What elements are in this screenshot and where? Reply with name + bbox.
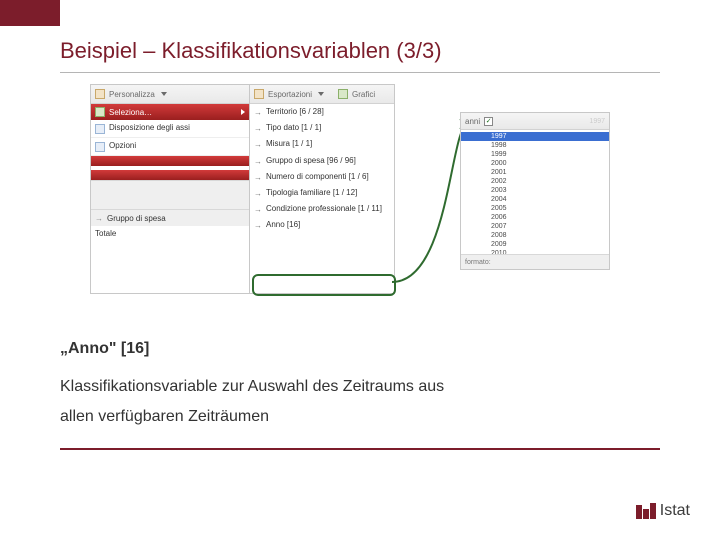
year-option[interactable]: 2001 xyxy=(461,168,609,177)
highlight-ring xyxy=(252,274,396,296)
annotation-line-2: Klassifikationsvariable zur Auswahl des … xyxy=(60,378,660,396)
variable-item[interactable]: → Tipologia familiare [1 / 12] xyxy=(250,185,394,201)
variable-item-label: Territorio [6 / 28] xyxy=(266,107,390,116)
arrow-right-icon: → xyxy=(254,157,262,166)
menu-item-opzioni[interactable]: Opzioni xyxy=(91,138,249,156)
menu-item-label: Opzioni xyxy=(109,141,245,150)
year-option[interactable]: 2000 xyxy=(461,159,609,168)
arrow-right-icon: → xyxy=(254,108,262,117)
variable-item[interactable]: → Tipo dato [1 / 1] xyxy=(250,120,394,136)
year-footer-label: formato: xyxy=(465,259,491,266)
seleziona-button[interactable]: Seleziona… xyxy=(91,104,249,120)
heading-rule xyxy=(60,72,660,73)
variable-item-label: Numero di componenti [1 / 6] xyxy=(266,172,390,181)
slide-accent-bar xyxy=(0,0,60,26)
customize-label: Personalizza xyxy=(109,90,155,99)
callout-connector-icon xyxy=(390,114,470,284)
year-option[interactable]: 2002 xyxy=(461,177,609,186)
customize-panel: Personalizza Seleziona… Disposizione deg… xyxy=(90,84,250,294)
year-option[interactable]: 2005 xyxy=(461,204,609,213)
bottom-rule xyxy=(60,448,660,450)
variable-item[interactable]: → Numero di componenti [1 / 6] xyxy=(250,169,394,185)
chart-icon xyxy=(338,89,348,99)
year-option[interactable]: 2004 xyxy=(461,195,609,204)
logo-bars-icon xyxy=(636,503,656,519)
year-option[interactable]: 1997 xyxy=(461,132,609,141)
variable-item-label: Anno [16] xyxy=(266,220,390,229)
chevron-right-icon xyxy=(241,109,245,115)
year-option[interactable]: 2007 xyxy=(461,222,609,231)
arrow-right-icon: → xyxy=(254,189,262,198)
gruppo-di-spesa-label: Gruppo di spesa xyxy=(107,214,166,223)
year-option[interactable]: 2009 xyxy=(461,240,609,249)
variable-item[interactable]: → Territorio [6 / 28] xyxy=(250,104,394,120)
year-toolbar: anni ✓ 1997 xyxy=(461,113,609,130)
variables-panel: Esportazioni Grafici → Territorio [6 / 28… xyxy=(250,84,395,294)
year-option[interactable]: 2006 xyxy=(461,213,609,222)
variable-item-label: Condizione professionale [1 / 11] xyxy=(266,204,390,213)
totale-label: Totale xyxy=(95,229,116,238)
options-icon xyxy=(95,142,105,152)
arrow-right-icon: → xyxy=(254,124,262,133)
year-selector-panel: anni ✓ 1997 1997199819992000200120022003… xyxy=(460,112,610,270)
seleziona-label: Seleziona… xyxy=(109,108,152,117)
arrow-right-icon: → xyxy=(254,140,262,149)
plus-icon xyxy=(95,107,105,117)
customize-toolbar[interactable]: Personalizza xyxy=(91,85,249,104)
chevron-down-icon xyxy=(318,92,324,96)
grafici-label: Grafici xyxy=(352,90,375,99)
year-top-cut: 1997 xyxy=(589,118,605,125)
menu-item-disposizione[interactable]: Disposizione degli assi xyxy=(91,120,249,138)
year-select-all-checkbox[interactable]: ✓ xyxy=(484,117,493,126)
export-label: Esportazioni xyxy=(268,90,312,99)
gruppo-di-spesa-row[interactable]: → Gruppo di spesa xyxy=(91,210,249,226)
annotation-line-1: „Anno" [16] xyxy=(60,340,660,358)
annotation-line-3: allen verfügbaren Zeiträumen xyxy=(60,408,660,426)
variable-item[interactable]: → Misura [1 / 1] xyxy=(250,136,394,152)
menu-item-label: Disposizione degli assi xyxy=(109,123,245,132)
red-divider xyxy=(91,156,249,166)
variable-item-label: Tipo dato [1 / 1] xyxy=(266,123,390,132)
year-option[interactable]: 1999 xyxy=(461,150,609,159)
year-panel-footer: formato: xyxy=(461,254,609,269)
arrow-right-icon: → xyxy=(254,173,262,182)
grid-icon xyxy=(95,124,105,134)
logo-label: Istat xyxy=(660,502,690,520)
grey-gap xyxy=(91,180,249,210)
totale-row: Totale xyxy=(91,226,249,240)
arrow-right-icon: → xyxy=(254,205,262,214)
page-title: Beispiel – Klassifikationsvariablen (3/3… xyxy=(60,38,442,64)
variable-item-label: Misura [1 / 1] xyxy=(266,139,390,148)
variable-item-label: Gruppo di spesa [96 / 96] xyxy=(266,156,390,165)
year-header-label: anni xyxy=(465,117,480,126)
red-divider xyxy=(91,170,249,180)
arrow-right-icon: → xyxy=(254,221,262,230)
year-list[interactable]: 1997199819992000200120022003200420052006… xyxy=(461,130,609,260)
arrow-right-icon: → xyxy=(95,214,103,223)
istat-logo: Istat xyxy=(636,502,690,520)
chevron-down-icon xyxy=(161,92,167,96)
year-option[interactable]: 2008 xyxy=(461,231,609,240)
variable-item[interactable]: → Gruppo di spesa [96 / 96] xyxy=(250,153,394,169)
variable-item[interactable]: → Condizione professionale [1 / 11] xyxy=(250,201,394,217)
year-option[interactable]: 2003 xyxy=(461,186,609,195)
variable-item[interactable]: → Anno [16] xyxy=(250,217,394,233)
export-icon xyxy=(254,89,264,99)
variable-item-label: Tipologia familiare [1 / 12] xyxy=(266,188,390,197)
customize-icon xyxy=(95,89,105,99)
year-option[interactable]: 1998 xyxy=(461,141,609,150)
screenshot-area: Personalizza Seleziona… Disposizione deg… xyxy=(90,84,610,304)
variables-toolbar[interactable]: Esportazioni Grafici xyxy=(250,85,394,104)
